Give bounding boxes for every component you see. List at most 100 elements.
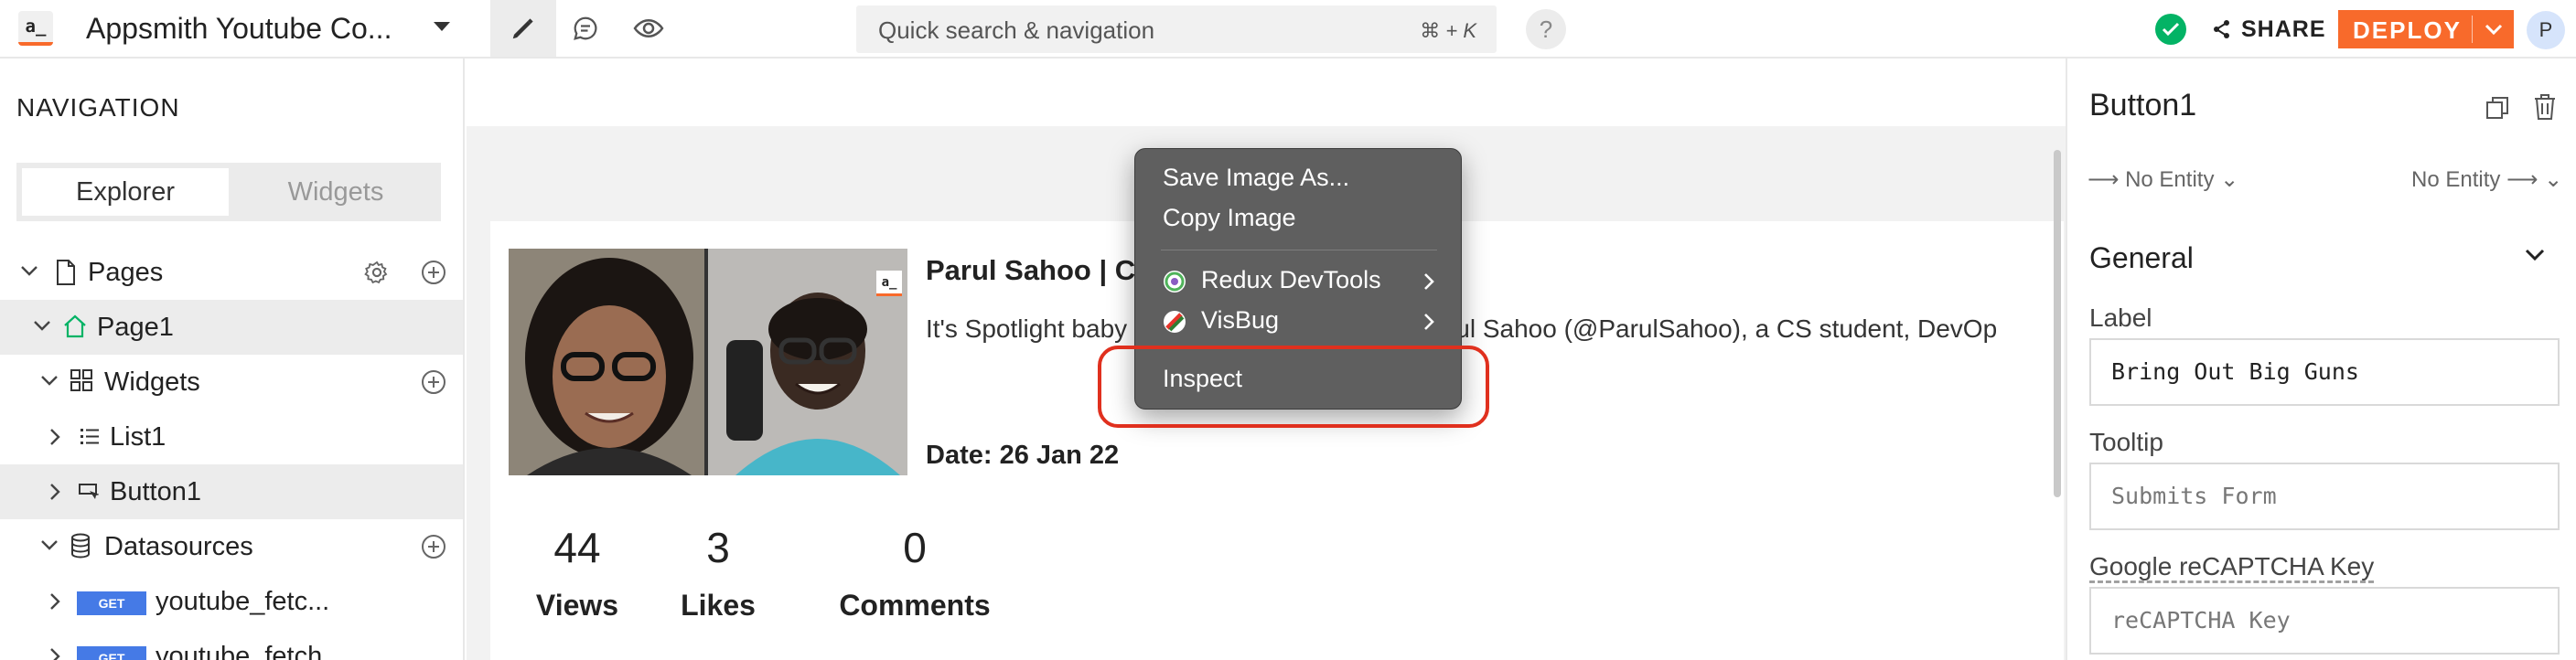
get-method-badge: GET <box>77 646 146 660</box>
get-method-badge: GET <box>77 591 146 615</box>
property-pane: Button1 ⟶ No Entity ⌄ No Entity ⟶ ⌄ Gene… <box>2066 59 2576 660</box>
section-general-title[interactable]: General <box>2089 241 2194 275</box>
chevron-right-icon[interactable] <box>49 483 62 501</box>
chevron-right-icon[interactable] <box>49 592 62 611</box>
avatar[interactable]: P <box>2527 11 2565 49</box>
chevron-down-icon[interactable] <box>33 320 51 333</box>
navigation-panel: NAVIGATION Explorer Widgets Pages Page1 … <box>0 59 465 660</box>
menu-item-visbug[interactable]: VisBug <box>1135 301 1461 341</box>
menu-item-save-image[interactable]: Save Image As... <box>1135 158 1461 198</box>
tooltip-input-placeholder: Submits Form <box>2111 483 2277 509</box>
stat-comments-label: Comments <box>839 589 991 622</box>
home-icon <box>64 314 86 338</box>
navigation-title: NAVIGATION <box>16 93 180 122</box>
comment-icon <box>574 16 597 40</box>
tree-label-widgets: Widgets <box>104 367 200 397</box>
stat-likes: 3 Likes <box>668 523 768 623</box>
tree-label-page1: Page1 <box>97 313 174 342</box>
tree-item-list1[interactable]: List1 <box>0 410 463 464</box>
tree-item-widgets[interactable]: Widgets <box>0 355 463 410</box>
tab-widgets[interactable]: Widgets <box>232 168 439 216</box>
share-button[interactable]: SHARE <box>2212 15 2326 44</box>
menu-item-copy-image-label: Copy Image <box>1163 204 1296 231</box>
explorer-tabs: Explorer Widgets <box>16 163 441 221</box>
app-name[interactable]: Appsmith Youtube Co... <box>86 12 392 46</box>
menu-item-copy-image[interactable]: Copy Image <box>1135 198 1461 239</box>
thumbnail-left-panel <box>509 249 708 475</box>
arrow-right-icon: ⟶ <box>2500 167 2545 192</box>
menu-item-redux-devtools-label: Redux DevTools <box>1201 266 1381 293</box>
video-title: Parul Sahoo | C <box>926 254 1136 286</box>
button-icon <box>79 484 99 499</box>
outgoing-entity-selector[interactable]: No Entity ⟶ ⌄ <box>2411 166 2562 193</box>
copy-icon[interactable] <box>2485 95 2510 121</box>
chevron-down-icon[interactable] <box>2523 247 2547 263</box>
canvas-scrollbar[interactable] <box>2054 150 2061 497</box>
page-icon <box>57 260 75 285</box>
tree-label-datasource-1: youtube_fetc... <box>156 587 330 616</box>
widget-name[interactable]: Button1 <box>2089 88 2196 123</box>
list-icon <box>80 429 99 444</box>
help-button[interactable]: ? <box>1526 9 1566 49</box>
stat-views: 44 Views <box>527 523 628 623</box>
appsmith-logo-icon: a_ <box>876 271 902 296</box>
status-indicator <box>2155 14 2186 45</box>
menu-item-visbug-label: VisBug <box>1201 306 1280 334</box>
tree-label-button1: Button1 <box>110 477 201 506</box>
tab-explorer[interactable]: Explorer <box>22 168 229 216</box>
app-menu-chevron-down-icon[interactable] <box>434 22 450 31</box>
edit-mode-button[interactable] <box>490 0 556 57</box>
menu-item-redux-devtools[interactable]: Redux DevTools <box>1135 261 1461 301</box>
view-mode-button[interactable] <box>618 0 679 57</box>
comment-mode-button[interactable] <box>558 0 613 57</box>
plus-icon[interactable] <box>421 369 446 395</box>
tooltip-input[interactable]: Submits Form <box>2089 463 2560 530</box>
visbug-icon <box>1164 311 1186 333</box>
share-icon <box>2214 20 2229 38</box>
gear-icon[interactable] <box>364 260 390 285</box>
search-input[interactable]: Quick search & navigation ⌘ + K <box>856 5 1497 53</box>
plus-icon[interactable] <box>421 260 446 285</box>
grid-icon <box>70 369 92 391</box>
stat-comments: 0 Comments <box>832 523 997 623</box>
search-placeholder: Quick search & navigation <box>878 16 1155 44</box>
tree-item-button1[interactable]: Button1 <box>0 464 463 519</box>
chevron-right-icon[interactable] <box>49 428 62 446</box>
stat-comments-value: 0 <box>903 524 927 571</box>
arrow-right-icon: ⟶ <box>2088 167 2126 192</box>
outgoing-entity-label: No Entity <box>2411 167 2501 192</box>
tree-item-datasource-1[interactable]: GET youtube_fetc... <box>0 574 463 629</box>
redux-devtools-icon <box>1164 271 1186 293</box>
tree-item-pages[interactable]: Pages <box>0 245 463 300</box>
chevron-right-icon <box>1424 273 1434 290</box>
video-description-start: It's Spotlight baby <box>926 314 1128 343</box>
chevron-down-icon[interactable] <box>40 375 59 388</box>
appsmith-logo-icon[interactable]: a_ <box>18 11 53 46</box>
eye-icon <box>633 18 664 38</box>
chevron-right-icon <box>1424 314 1434 330</box>
tree-item-datasources[interactable]: Datasources <box>0 519 463 574</box>
video-description: It's Spotlight baby Parul Sahoo (@ParulS… <box>926 314 2031 344</box>
search-shortcut: ⌘ + K <box>1420 19 1476 42</box>
chevron-right-icon[interactable] <box>49 647 62 660</box>
deploy-label: DEPLOY <box>2353 16 2462 44</box>
deploy-button[interactable]: DEPLOY <box>2338 10 2514 48</box>
share-label: SHARE <box>2241 16 2326 42</box>
tree-label-datasources: Datasources <box>104 532 253 561</box>
tree-item-page1[interactable]: Page1 <box>0 300 463 355</box>
pencil-icon <box>512 18 533 39</box>
chevron-down-icon[interactable] <box>40 539 59 552</box>
chevron-down-icon[interactable] <box>2483 20 2505 38</box>
incoming-entity-selector[interactable]: ⟶ No Entity ⌄ <box>2088 166 2238 193</box>
plus-icon[interactable] <box>421 534 446 559</box>
video-thumbnail[interactable]: a_ <box>509 249 907 475</box>
chevron-down-icon[interactable] <box>20 265 38 278</box>
person-left-image <box>509 249 708 475</box>
trash-icon[interactable] <box>2532 93 2558 121</box>
top-bar: a_ Appsmith Youtube Co... Quick search &… <box>0 0 2576 59</box>
check-icon <box>2162 22 2180 37</box>
inspect-highlight-annotation <box>1098 346 1489 428</box>
recaptcha-input[interactable]: reCAPTCHA Key <box>2089 587 2560 655</box>
label-input[interactable]: Bring Out Big Guns <box>2089 338 2560 406</box>
tree-item-datasource-2[interactable]: GET youtube_fetch <box>0 629 463 660</box>
